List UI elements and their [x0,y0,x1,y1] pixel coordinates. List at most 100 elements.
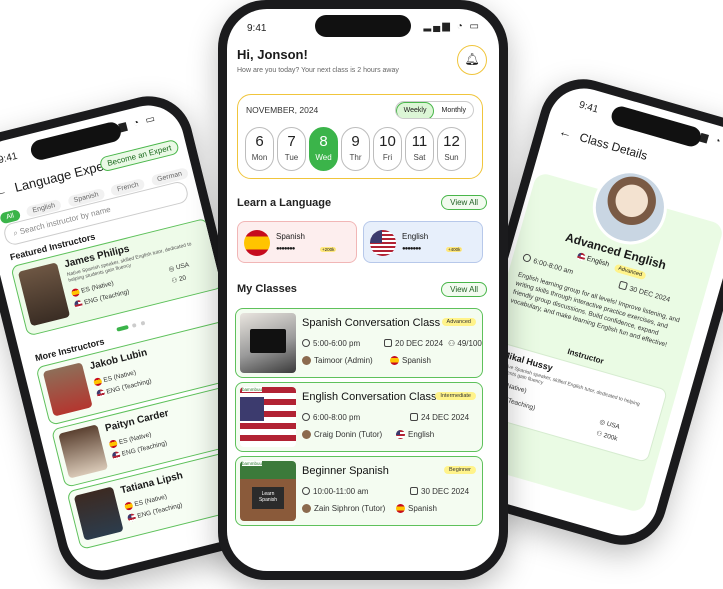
instructor-country: ◎ USA [598,418,621,431]
calendar-card: NOVEMBER, 2024 Weekly Monthly 6 Mon 7 Tue 8 We… [237,94,483,179]
week-days: 6 Mon 7 Tue 8 Wed 9 Thr 10 Fri 11 Sat 12 Sun [245,127,466,171]
avatar [73,486,124,541]
class-title: English Conversation Class [302,391,437,403]
us-flag-icon [111,450,122,461]
us-flag-icon [370,230,396,256]
page-title: Class Details [577,130,650,163]
avatar [58,424,109,479]
language-card-spanish[interactable]: Spanish ●●●●●●● +200k [237,221,357,263]
status-icons: ▂▄▆ ◔ ▭ [423,21,481,32]
day-cell[interactable]: 7 Tue [277,127,306,171]
calendar-icon [618,280,629,291]
bell-icon: 🔔︎ [464,52,480,66]
back-icon[interactable]: ← [0,182,8,200]
class-title: Beginner Spanish [302,465,389,477]
us-flag-icon [126,512,137,523]
greeting: Hi, Jonson! [237,47,308,62]
main-screen: 9:41 ▂▄▆ ◔ ▭ Hi, Jonson! How are you tod… [227,9,499,571]
host-avatar [302,504,311,513]
status-time: 9:41 [247,23,267,34]
back-icon[interactable]: ← [557,123,574,141]
class-date: 30 DEC 2024 [410,487,469,496]
calendar-icon [410,413,418,421]
day-cell[interactable]: 12 Sun [437,127,466,171]
weekly-toggle[interactable]: Weekly [395,102,435,118]
thumb-caption: Learn Spanish [252,487,284,509]
status-time: 9:41 [577,99,600,116]
class-thumbnail: bammbuu Learn Spanish [240,461,296,521]
status-time: 9:41 [0,150,19,167]
learner-avatars: ●●●●●●● [276,246,295,252]
spain-flag-icon [108,439,119,449]
host-avatar [302,430,311,439]
us-flag-icon [576,251,587,262]
users-icon: ⚇ [595,429,603,439]
us-flag-icon [396,430,405,440]
spain-flag-icon [123,501,134,511]
greeting-subtitle: How are you today? Your next class is 2 … [237,67,399,74]
instructor-name: Paityn Carder [104,407,170,435]
brand-label: bammbuu [242,387,263,392]
us-flag-icon [95,388,106,399]
instructor-name: Tatiana Lipsh [119,470,185,497]
class-participants: ⚇ 49/100 [448,339,482,348]
spain-flag-icon [390,356,399,366]
brand-label: bammbuu [242,461,263,466]
calendar-icon [384,339,392,347]
view-all-languages-button[interactable]: View All [441,195,487,210]
class-host: Taimoor (Admin) [302,356,373,365]
level-badge: Beginner [443,466,476,474]
language-name: Spanish [276,232,305,241]
day-cell-selected[interactable]: 8 Wed [309,127,338,171]
instructor-country: ◎ USA [167,261,190,274]
view-all-classes-button[interactable]: View All [441,282,487,297]
class-time: 10:00-11:00 am [302,487,368,496]
class-time: 6:00-8:00 pm [302,413,360,422]
class-host: Craig Donin (Tutor) [302,430,382,439]
class-language: English [585,255,610,269]
language-name: English [402,232,429,241]
learner-count: +200k [320,247,337,252]
class-card[interactable]: bammbuu Learn Spanish Beginner Spanish B… [235,456,483,526]
learn-heading: Learn a Language [237,197,332,209]
day-cell[interactable]: 6 Mon [245,127,274,171]
spain-flag-icon [70,287,81,298]
level-badge: Advanced [441,318,476,326]
class-thumbnail [240,313,296,373]
avatar [42,362,93,417]
users-icon: ⚇ [170,276,179,285]
spain-flag-icon [244,230,270,256]
spain-flag-icon [92,377,103,387]
classes-heading: My Classes [237,283,297,295]
class-title: Spanish Conversation Class [302,317,441,329]
clock-icon [522,252,532,263]
clock-icon [302,339,310,347]
view-toggle: Weekly Monthly [394,101,474,119]
instructor-students: ⚇ 20 [170,274,188,285]
learner-avatars: ●●●●●●● [402,246,421,252]
class-thumbnail: bammbuu [240,387,296,447]
instructor-students: ⚇ 200k [595,429,619,443]
monthly-toggle[interactable]: Monthly [434,103,473,118]
avatar [17,262,71,327]
level-badge: Intermediate [435,392,476,400]
class-time: 5:00-6:00 pm [302,339,360,348]
notification-button[interactable]: 🔔︎ [457,45,487,75]
notch [315,15,411,37]
calendar-icon [410,487,418,495]
language-card-english[interactable]: English ●●●●●●● +400k [363,221,483,263]
day-cell[interactable]: 9 Thr [341,127,370,171]
learner-count: +400k [446,247,463,252]
class-date: 20 DEC 2024 [384,339,443,348]
class-language: Spanish [390,356,431,366]
search-icon: ⌕ [12,227,19,238]
class-card[interactable]: bammbuu English Conversation Class Inter… [235,382,483,452]
class-card[interactable]: Spanish Conversation Class Advanced 5:00… [235,308,483,378]
carousel-dots [114,312,146,336]
clock-icon [302,413,310,421]
main-phone: 9:41 ▂▄▆ ◔ ▭ Hi, Jonson! How are you tod… [218,0,508,580]
day-cell[interactable]: 11 Sat [405,127,434,171]
class-language: English [396,430,434,440]
day-cell[interactable]: 10 Fri [373,127,402,171]
location-icon: ◎ [167,265,176,274]
